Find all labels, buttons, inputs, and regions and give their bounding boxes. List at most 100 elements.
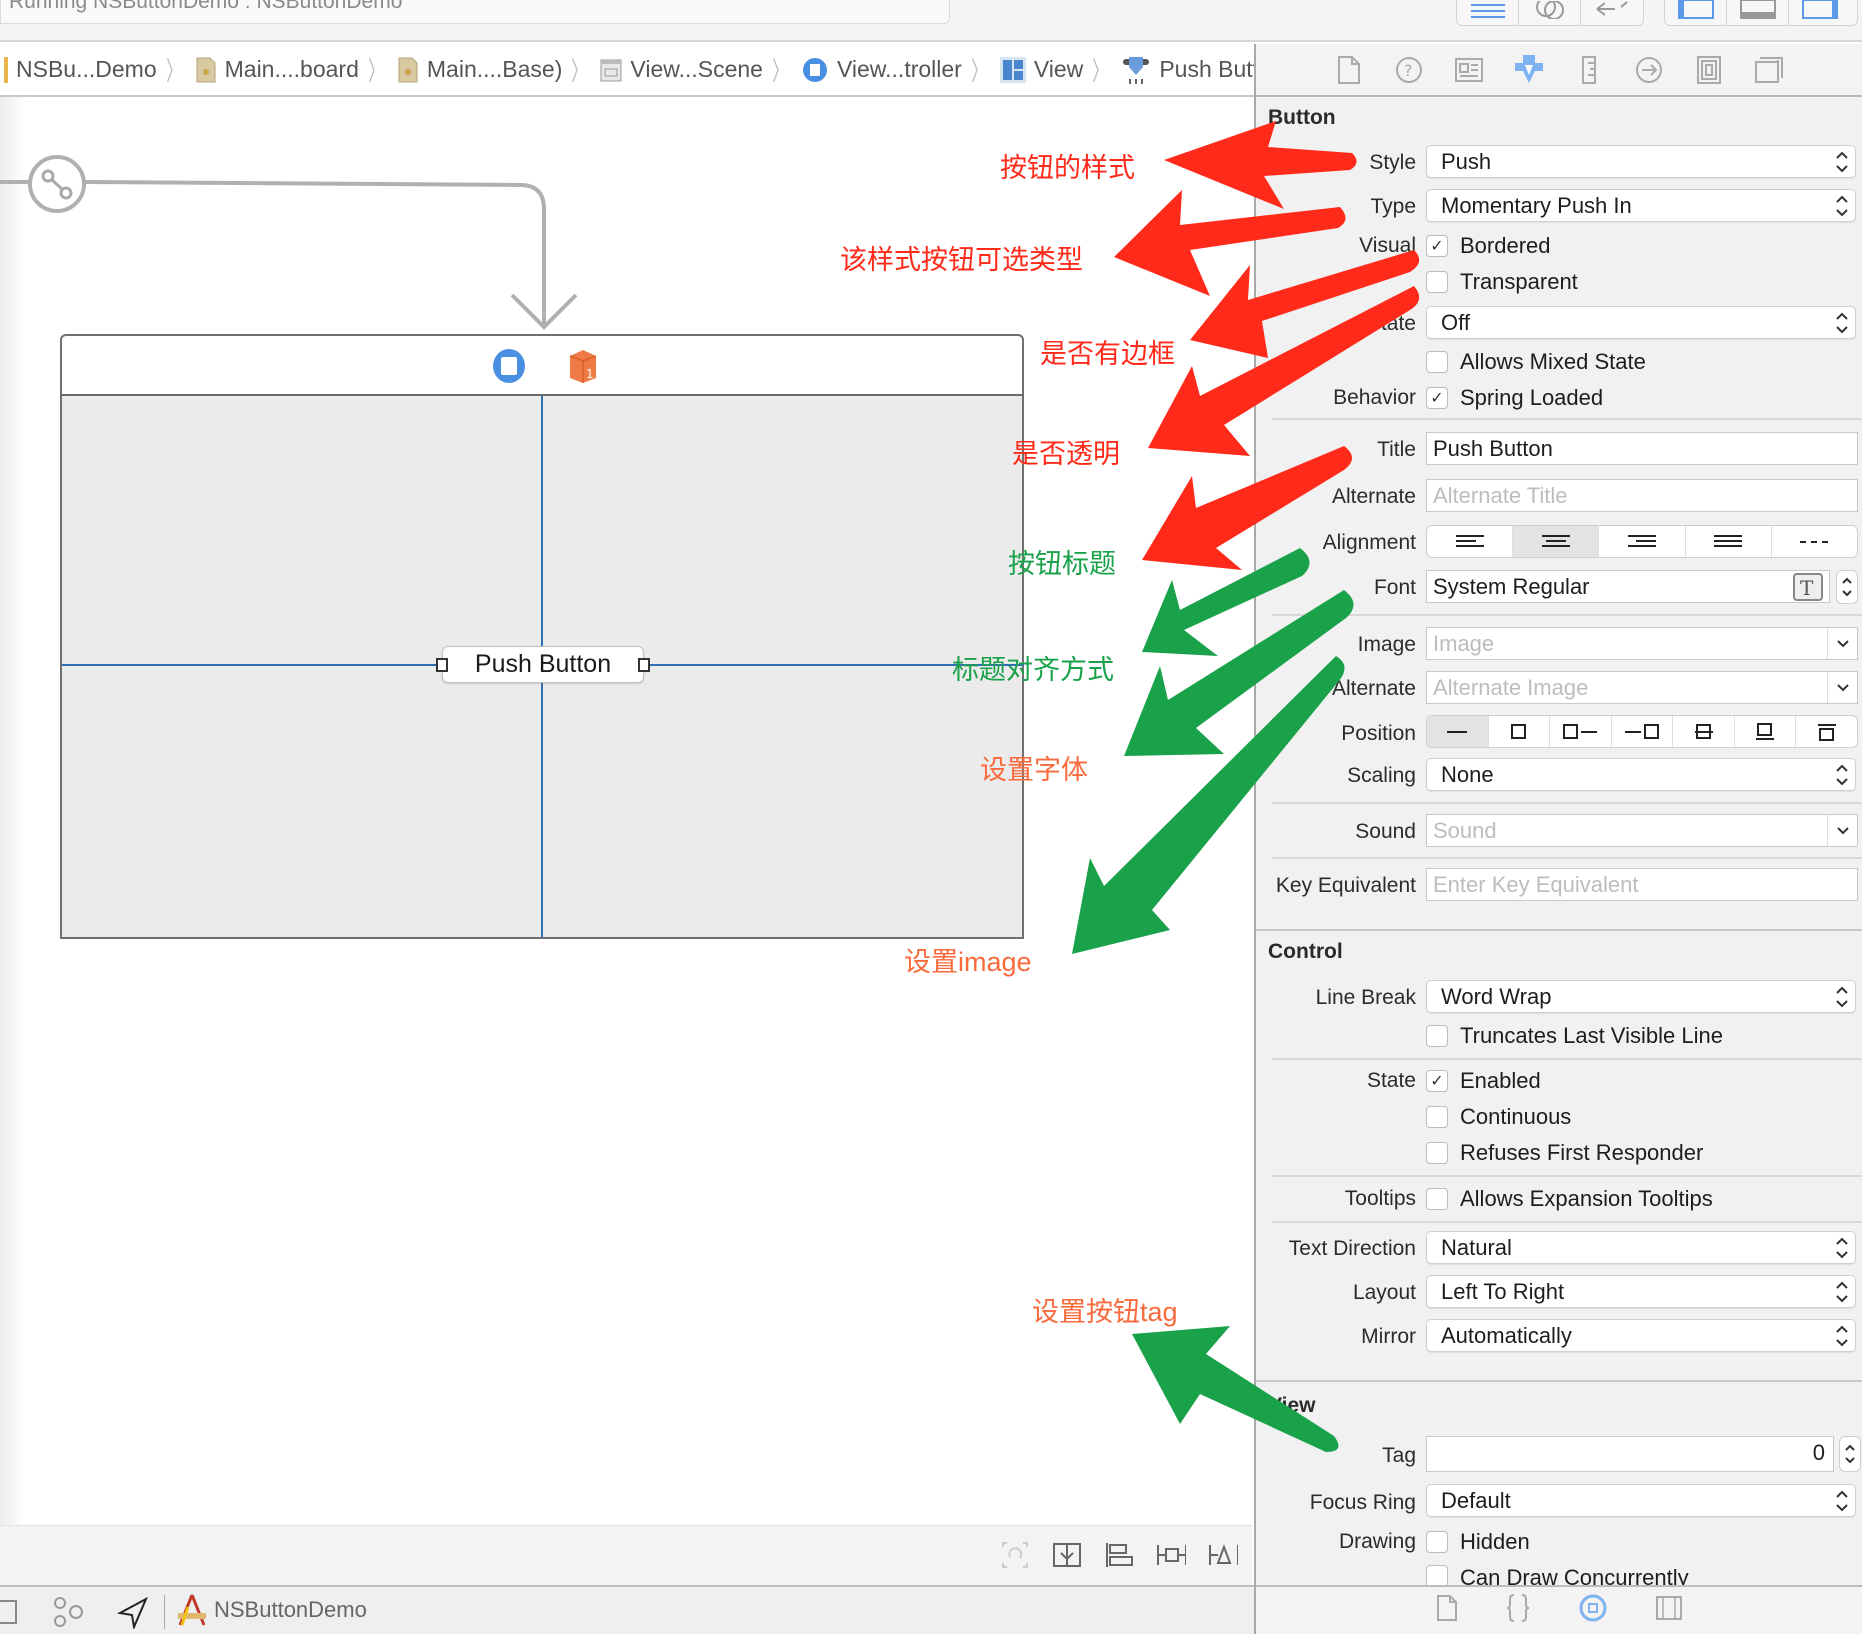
divider [1272, 614, 1862, 616]
refuses-first-responder-checkbox[interactable]: Refuses First Responder [1426, 1139, 1703, 1167]
embed-in-stack-button[interactable] [1052, 1540, 1082, 1570]
align-justified-button[interactable] [1686, 526, 1772, 557]
type-popup[interactable]: Momentary Push In [1426, 189, 1856, 222]
tab-media-library[interactable] [1656, 1595, 1682, 1626]
state-popup[interactable]: Off [1426, 306, 1856, 339]
assistant-editor-button[interactable] [1519, 0, 1581, 25]
align-natural-button[interactable] [1772, 526, 1857, 557]
first-responder-icon[interactable]: 1 [568, 348, 598, 384]
pin-button[interactable] [1156, 1540, 1186, 1570]
layout-popup[interactable]: Left To Right [1426, 1275, 1856, 1308]
checkbox-box: ✓ [1426, 387, 1448, 409]
breadcrumb-item-scene[interactable]: View...Scene [600, 56, 763, 83]
alternate-image-dropdown-button[interactable] [1827, 672, 1857, 703]
font-field[interactable]: System Regular T [1426, 570, 1830, 603]
tab-attributes-inspector[interactable] [1513, 53, 1545, 87]
tab-size-inspector[interactable] [1573, 53, 1605, 87]
breadcrumb-item-project[interactable]: NSBu...Demo [4, 56, 157, 83]
tab-identity-inspector[interactable] [1453, 53, 1485, 87]
tab-bindings-inspector[interactable] [1693, 53, 1725, 87]
update-frames-button[interactable] [1000, 1540, 1030, 1570]
allows-mixed-state-checkbox[interactable]: Allows Mixed State [1426, 348, 1646, 376]
tab-connections-inspector[interactable] [1633, 53, 1665, 87]
breadcrumb-item-storyboard-base[interactable]: Main....Base) [397, 56, 562, 83]
focus-ring-popup[interactable]: Default [1426, 1484, 1856, 1517]
view-controller-icon[interactable] [492, 348, 526, 384]
align-button[interactable] [1104, 1540, 1134, 1570]
spring-loaded-checkbox[interactable]: ✓ Spring Loaded [1426, 384, 1603, 412]
position-image-left-button[interactable] [1550, 716, 1612, 747]
segue-node[interactable] [28, 155, 86, 213]
position-image-overlaps-button[interactable] [1673, 716, 1735, 747]
resize-handle-left[interactable] [436, 658, 448, 672]
font-size-stepper[interactable] [1836, 570, 1858, 604]
mirror-popup[interactable]: Automatically [1426, 1319, 1856, 1352]
image-left-icon [1563, 723, 1598, 739]
version-editor-button[interactable] [1581, 0, 1643, 25]
jump-bar: NSBu...Demo 〉 Main....board 〉 Main....Ba… [0, 44, 1254, 97]
breadcrumb-item-view-controller[interactable]: View...troller [801, 56, 962, 83]
debug-area-toggle-button[interactable] [1727, 0, 1789, 25]
scheme-selector[interactable]: NSButtonDemo [176, 1593, 367, 1627]
tab-code-snippet-library[interactable] [1506, 1593, 1530, 1628]
tab-file-template-library[interactable] [1436, 1594, 1458, 1627]
resize-handle-right[interactable] [638, 658, 650, 672]
enabled-checkbox[interactable]: ✓ Enabled [1426, 1067, 1541, 1095]
alternate-title-field[interactable]: Alternate Title [1426, 479, 1858, 512]
position-image-below-button[interactable] [1735, 716, 1797, 747]
tab-file-inspector[interactable] [1333, 53, 1365, 87]
tab-object-library[interactable] [1578, 1593, 1608, 1628]
position-image-only-button[interactable] [1489, 716, 1551, 747]
style-popup[interactable]: Push [1426, 145, 1856, 178]
push-button-preview[interactable]: Push Button [442, 646, 644, 683]
transparent-checkbox[interactable]: Transparent [1426, 268, 1578, 296]
sound-dropdown-button[interactable] [1827, 815, 1857, 846]
line-break-popup[interactable]: Word Wrap [1426, 980, 1856, 1013]
assistant-editor-icon [1535, 0, 1564, 19]
checkbox-box: ✓ [1426, 235, 1448, 257]
hidden-checkbox[interactable]: Hidden [1426, 1528, 1530, 1556]
align-center-button[interactable] [1513, 526, 1600, 557]
position-image-right-button[interactable] [1612, 716, 1674, 747]
draw-concurrently-checkbox[interactable]: Can Draw Concurrently [1426, 1565, 1689, 1585]
font-picker-icon[interactable]: T [1793, 573, 1823, 601]
continuous-checkbox[interactable]: Continuous [1426, 1103, 1571, 1131]
view-hierarchy-icon[interactable] [52, 1597, 86, 1627]
tab-quick-help[interactable]: ? [1393, 53, 1425, 87]
align-right-button[interactable] [1599, 526, 1686, 557]
tab-view-effects-inspector[interactable] [1753, 53, 1785, 87]
position-image-above-button[interactable] [1796, 716, 1857, 747]
resolve-auto-layout-button[interactable] [1208, 1540, 1238, 1570]
text-direction-popup[interactable]: Natural [1426, 1231, 1856, 1264]
position-no-image-button[interactable] [1427, 716, 1489, 747]
hide-debug-area-icon[interactable] [0, 1599, 20, 1625]
align-center-icon [1541, 534, 1570, 547]
align-left-button[interactable] [1427, 526, 1514, 557]
sound-combo[interactable]: Sound [1426, 814, 1858, 847]
expansion-tooltips-checkbox[interactable]: Allows Expansion Tooltips [1426, 1185, 1713, 1213]
tag-field[interactable]: 0 [1426, 1436, 1834, 1472]
checkbox-box [1426, 1142, 1448, 1164]
breadcrumb-label: Main....board [224, 56, 359, 82]
annotation-bordered: 是否有边框 [1040, 339, 1175, 369]
title-field[interactable]: Push Button [1426, 432, 1858, 465]
annotation-tag: 设置按钮tag [1032, 1297, 1178, 1327]
navigator-toggle-button[interactable] [1665, 0, 1727, 25]
tag-stepper[interactable] [1839, 1436, 1861, 1472]
image-combo[interactable]: Image [1426, 627, 1858, 660]
chevron-updown-icon [1836, 1281, 1848, 1303]
bordered-checkbox[interactable]: ✓ Bordered [1426, 232, 1551, 260]
image-dropdown-button[interactable] [1827, 628, 1857, 659]
refuses-first-responder-label: Refuses First Responder [1460, 1140, 1704, 1165]
key-equivalent-field[interactable]: Enter Key Equivalent [1426, 868, 1858, 901]
breadcrumb-item-push-button[interactable]: Push Button [1121, 55, 1254, 85]
location-icon[interactable] [116, 1597, 150, 1629]
alternate-image-combo[interactable]: Alternate Image [1426, 671, 1858, 704]
standard-editor-button[interactable] [1457, 0, 1519, 25]
view-content-area[interactable]: Push Button [60, 396, 1024, 939]
scaling-popup[interactable]: None [1426, 758, 1856, 791]
breadcrumb-item-view[interactable]: View [999, 56, 1083, 83]
breadcrumb-item-storyboard[interactable]: Main....board [195, 56, 359, 83]
truncates-checkbox[interactable]: Truncates Last Visible Line [1426, 1022, 1723, 1050]
utilities-toggle-button[interactable] [1789, 0, 1851, 25]
